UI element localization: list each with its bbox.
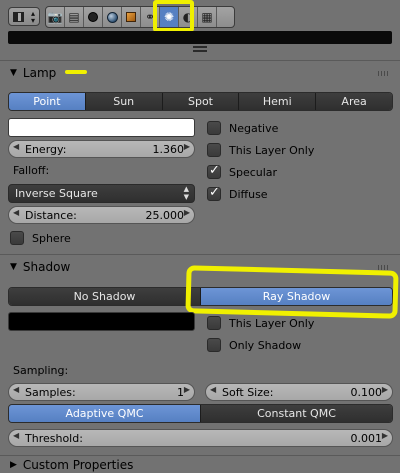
properties-editor-icon [13,12,24,22]
properties-header: ▴ ▾ 📷 ▤ ⚭ ✺ ◐ ▦ [0,0,400,32]
chevron-updown-icon: ▲ ▼ [183,185,189,201]
shadow-panel-title: Shadow [22,260,71,274]
diffuse-label: Diffuse [229,187,268,201]
lamp-color-swatch[interactable] [8,118,195,137]
checkbox-icon [207,143,221,157]
qmc-mode-selector: Adaptive QMC Constant QMC [8,404,393,423]
falloff-value: Inverse Square [15,187,98,200]
specular-checkbox[interactable]: Specular [207,163,278,180]
panel-drag-icon[interactable] [378,71,390,76]
samples-label: Samples: [25,385,76,399]
no-shadow-button[interactable]: No Shadow [9,288,201,305]
context-tabs: 📷 ▤ ⚭ ✺ ◐ ▦ [45,6,235,28]
triangle-right-icon: ▶ [10,459,17,470]
threshold-value: 0.001 [350,431,383,445]
annotation-highlight-lamp-tab [153,0,194,32]
lamp-type-spot[interactable]: Spot [162,93,240,110]
distance-label: Distance: [25,208,77,222]
annotation-underline [65,70,87,74]
scene-icon[interactable] [84,7,103,27]
negative-checkbox[interactable]: Negative [207,120,278,136]
arrow-right-icon[interactable]: ▶ [184,208,190,217]
arrow-right-icon[interactable]: ▶ [382,431,388,440]
checkbox-icon [207,121,221,135]
world-icon[interactable] [103,7,122,27]
lamp-type-area[interactable]: Area [316,93,392,110]
custom-properties-header[interactable]: ▶ Custom Properties [0,456,400,473]
checkmark-icon [207,163,221,179]
falloff-dropdown[interactable]: Inverse Square ▲ ▼ [8,184,195,203]
arrow-left-icon[interactable]: ◀ [13,142,19,151]
preview-strip [8,31,392,44]
adaptive-qmc-button[interactable]: Adaptive QMC [9,405,201,422]
diffuse-checkbox[interactable]: Diffuse [207,185,268,202]
sphere-checkbox[interactable]: Sphere [10,230,71,246]
checkbox-icon [207,338,221,352]
texture-icon[interactable]: ▦ [198,7,217,27]
shadow-color-swatch[interactable] [8,312,195,331]
threshold-field[interactable]: ◀ Threshold: 0.001 ▶ [8,429,393,447]
lamp-panel-header[interactable]: ▼ Lamp [0,61,400,85]
energy-label: Energy: [25,142,67,156]
this-layer-only-label: This Layer Only [229,143,315,157]
sphere-label: Sphere [32,231,71,245]
arrow-left-icon[interactable]: ◀ [13,208,19,217]
annotation-highlight-ray-shadow [185,265,399,319]
lamp-panel-title: Lamp [22,66,57,80]
falloff-label: Falloff: [13,164,50,177]
arrow-left-icon[interactable]: ◀ [210,385,216,394]
checkmark-icon [207,185,221,201]
this-layer-only-checkbox[interactable]: This Layer Only [207,142,314,158]
checkbox-icon [10,231,24,245]
triangle-down-icon: ▼ [10,262,17,272]
checkbox-icon [207,316,221,330]
lamp-type-hemi[interactable]: Hemi [239,93,317,110]
lamp-type-point[interactable]: Point [9,93,86,110]
soft-size-value: 0.100 [350,385,383,399]
arrow-right-icon[interactable]: ▶ [382,385,388,394]
only-shadow-checkbox[interactable]: Only Shadow [207,337,301,353]
distance-value: 25.000 [145,208,185,222]
arrow-right-icon[interactable]: ▶ [184,385,190,394]
custom-properties-title: Custom Properties [22,457,134,472]
resize-grip-icon[interactable] [193,46,207,52]
soft-size-field[interactable]: ◀ Soft Size: 0.100 ▶ [205,383,393,401]
only-shadow-label: Only Shadow [229,338,302,352]
render-layers-icon[interactable]: ▤ [65,7,84,27]
soft-size-label: Soft Size: [222,385,274,399]
render-icon[interactable]: 📷 [46,7,65,27]
panel-drag-icon[interactable] [378,265,390,270]
editor-type-button[interactable]: ▴ ▾ [8,7,40,26]
energy-field[interactable]: ◀ Energy: 1.360 ▶ [8,140,195,158]
shadow-this-layer-only-label: This Layer Only [229,316,315,330]
samples-field[interactable]: ◀ Samples: 1 ▶ [8,383,195,401]
arrow-left-icon[interactable]: ◀ [13,431,19,440]
triangle-down-icon: ▼ [10,68,17,78]
constant-qmc-button[interactable]: Constant QMC [201,405,392,422]
energy-value: 1.360 [152,142,185,156]
arrow-left-icon[interactable]: ◀ [13,385,19,394]
distance-field[interactable]: ◀ Distance: 25.000 ▶ [8,206,195,224]
specular-label: Specular [229,165,278,179]
threshold-label: Threshold: [25,431,83,445]
arrow-right-icon[interactable]: ▶ [184,142,190,151]
object-icon[interactable] [122,7,141,27]
sampling-label: Sampling: [13,364,69,377]
lamp-type-selector: Point Sun Spot Hemi Area [8,92,393,111]
negative-label: Negative [229,121,279,135]
shadow-this-layer-only-checkbox[interactable]: This Layer Only [207,315,314,331]
lamp-type-sun[interactable]: Sun [85,93,163,110]
chevron-updown-icon: ▴ ▾ [30,9,35,25]
